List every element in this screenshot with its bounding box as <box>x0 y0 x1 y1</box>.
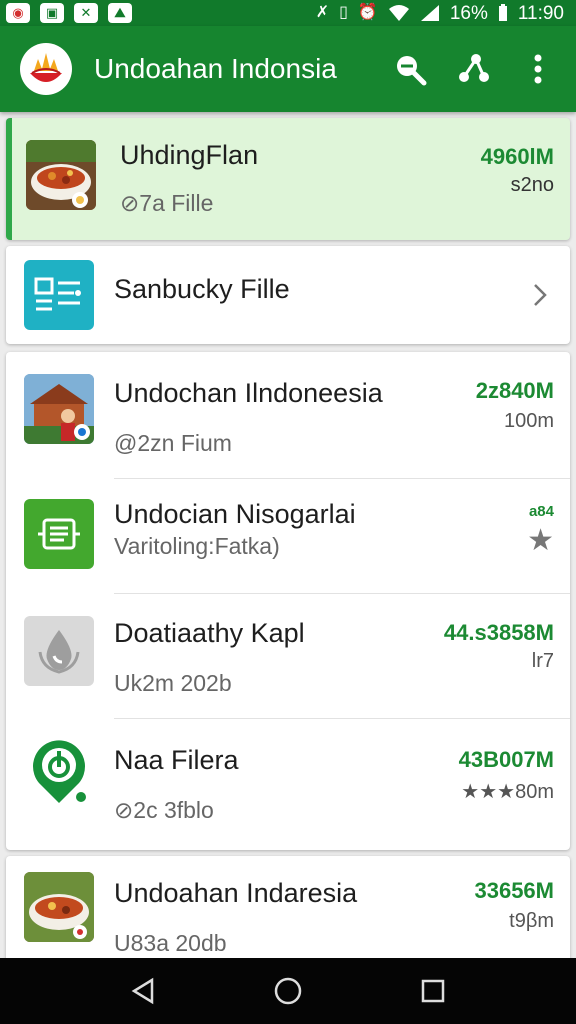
file-title: UhdingFlan <box>120 140 259 170</box>
featured-file-card[interactable]: UhdingFlan ⊘7a Fille 4960lM s2no <box>6 118 570 240</box>
recents-square-icon <box>422 979 445 1003</box>
more-options-button[interactable] <box>514 45 562 93</box>
group-title: Sanbucky Fille <box>114 274 290 304</box>
item-size: a84 <box>528 503 554 520</box>
star-icon[interactable]: ★ <box>527 523 554 558</box>
item-subtitle: Uk2m 202b <box>114 670 232 696</box>
file-size: 33656M <box>474 878 554 903</box>
item-title: Naa Filera <box>114 745 239 775</box>
search-icon <box>397 56 427 86</box>
water-drop-icon <box>38 630 80 674</box>
item-title: Doatiaathy Kapl <box>114 618 305 648</box>
file-meta: t9βm <box>509 910 554 932</box>
item-title: Undocian Nisogarlai <box>114 499 356 529</box>
food-thumbnail <box>26 140 96 210</box>
signal-icon <box>420 5 439 21</box>
item-meta: ★★★80m <box>461 781 554 803</box>
list-item[interactable]: Undochan Ilndoneesia @2zn Fium 2z840M 10… <box>6 352 570 478</box>
document-app-icon <box>38 518 80 550</box>
file-size: 4960lM <box>480 144 554 169</box>
spreadsheet-notification-icon: ✕ <box>74 3 98 23</box>
back-triangle-icon <box>131 977 153 1005</box>
list-item[interactable]: Naa Filera ⊘2c 3fblo 43B007M ★★★80m <box>6 719 570 850</box>
vibrate-icon: ▯ <box>339 4 348 21</box>
temple-thumbnail <box>24 374 94 444</box>
chevron-right-icon <box>534 284 547 306</box>
search-button[interactable] <box>386 45 434 93</box>
app-title: Undoahan Indonsia <box>94 53 337 84</box>
file-subtitle: U83a 20db <box>114 930 227 956</box>
logo-icon <box>30 53 62 82</box>
file-list: UhdingFlan ⊘7a Fille 4960lM s2no Sanbuck… <box>6 118 570 976</box>
file-manager-thumbnail <box>24 260 94 330</box>
file-subtitle: ⊘7a Fille <box>120 190 214 216</box>
system-icons: ✗ ▯ ⏰ 16% 11:90 <box>316 4 564 23</box>
file-list-card: Undochan Ilndoneesia @2zn Fium 2z840M 10… <box>6 352 570 850</box>
status-bar: ◉ ▣ ✕ ⛰ ✗ ▯ ⏰ 16% 11:90 <box>0 0 576 26</box>
app-notification-icon: ▣ <box>40 3 64 23</box>
list-item[interactable]: Undocian Nisogarlai Varitoling:Fatka) a8… <box>6 479 570 593</box>
location-pin-icon <box>33 740 86 803</box>
battery-percent: 16% <box>449 2 488 24</box>
more-vert-icon <box>534 54 542 84</box>
alarm-icon: ⏰ <box>357 4 378 21</box>
back-button[interactable] <box>113 961 173 1021</box>
recents-button[interactable] <box>403 961 463 1021</box>
clock: 11:90 <box>517 2 564 24</box>
file-meta: s2no <box>510 174 554 196</box>
item-meta: 100m <box>503 410 554 432</box>
battery-icon <box>498 4 507 21</box>
water-drop-thumbnail <box>24 616 94 686</box>
share-icon <box>459 54 489 82</box>
app-notification-icon: ◉ <box>6 3 30 23</box>
notification-icons: ◉ ▣ ✕ ⛰ <box>6 3 132 23</box>
item-subtitle: ⊘2c 3fblo <box>114 797 214 823</box>
app-logo[interactable] <box>20 43 72 95</box>
file-manager-icon <box>34 277 81 311</box>
item-meta: lr7 <box>531 650 554 672</box>
app-bar: Undoahan Indonsia <box>0 26 576 112</box>
wifi-icon <box>388 5 409 21</box>
document-app-thumbnail <box>24 499 94 569</box>
map-notification-icon: ⛰ <box>108 3 132 23</box>
share-button[interactable] <box>450 45 498 93</box>
food-thumbnail <box>24 872 94 942</box>
home-circle-icon <box>274 977 302 1005</box>
temple-photo-icon <box>24 374 94 444</box>
item-size: 43B007M <box>458 747 554 772</box>
list-item[interactable]: Doatiaathy Kapl Uk2m 202b 44.s3858M lr7 <box>6 594 570 718</box>
home-button[interactable] <box>258 961 318 1021</box>
file-group-card[interactable]: Sanbucky Fille <box>6 246 570 344</box>
item-subtitle: @2zn Fium <box>114 430 232 456</box>
item-size: 44.s3858M <box>443 620 554 645</box>
nfc-icon: ✗ <box>315 4 330 21</box>
navigation-bar <box>0 958 576 1024</box>
food-bowl-icon <box>26 140 96 210</box>
food-bowl-icon <box>24 872 94 942</box>
item-subtitle: Varitoling:Fatka) <box>114 533 280 559</box>
location-pin-thumbnail <box>24 737 94 807</box>
item-size: 2z840M <box>475 378 554 403</box>
item-title: Undochan Ilndoneesia <box>114 378 383 408</box>
file-title: Undoahan Indaresia <box>114 878 358 908</box>
